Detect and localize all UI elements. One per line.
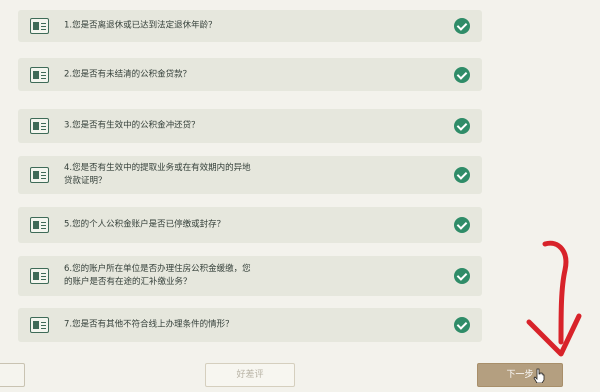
check-circle-icon xyxy=(454,66,470,83)
question-row-2: 2.您是否有未结清的公积金贷款？ xyxy=(18,58,482,91)
question-text: 2.您是否有未结清的公积金贷款？ xyxy=(64,69,192,79)
check-circle-icon xyxy=(454,268,470,284)
question-text: 1.您是否离退休或已达到法定退休年龄？ xyxy=(64,20,217,31)
next-step-button[interactable]: 下一步 xyxy=(477,363,563,387)
eligibility-questionnaire: 1.您是否离退休或已达到法定退休年龄？ 2.您是否有未结清的公积金贷款？ 3.您… xyxy=(0,0,600,392)
check-circle-icon xyxy=(454,317,470,333)
hand-pointer-icon xyxy=(533,368,545,383)
red-arrow-annotation xyxy=(526,240,582,357)
question-row-3: 3.您是否有生效中的公积金冲还贷？ xyxy=(18,109,482,143)
question-row-6: 6.您的账户所在单位是否办理住房公积金缓缴，您 的账户是否有在途的汇补缴业务？ xyxy=(18,256,482,296)
check-circle-icon xyxy=(454,217,470,233)
check-circle-icon xyxy=(454,118,470,134)
question-text: 5.您的个人公积金账户是否已停缴或封存？ xyxy=(64,219,226,230)
document-icon xyxy=(30,167,49,183)
document-icon xyxy=(30,317,49,333)
document-icon xyxy=(30,268,49,284)
question-row-1: 1.您是否离退休或已达到法定退休年龄？ xyxy=(18,10,482,42)
document-icon xyxy=(30,66,49,83)
document-icon xyxy=(30,118,49,134)
document-icon xyxy=(30,217,49,233)
review-button[interactable]: 好差评 xyxy=(205,363,295,387)
question-row-4: 4.您是否有生效中的提取业务或在有效期内的异地 贷款证明？ xyxy=(18,156,482,194)
previous-button[interactable] xyxy=(0,363,25,387)
question-row-5: 5.您的个人公积金账户是否已停缴或封存？ xyxy=(18,207,482,243)
question-text: 7.您是否有其他不符合线上办理条件的情形？ xyxy=(64,319,234,330)
question-text: 6.您的账户所在单位是否办理住房公积金缓缴，您 的账户是否有在途的汇补缴业务？ xyxy=(64,264,251,287)
document-icon xyxy=(30,18,49,34)
question-row-7: 7.您是否有其他不符合线上办理条件的情形？ xyxy=(18,308,482,342)
question-text: 4.您是否有生效中的提取业务或在有效期内的异地 贷款证明？ xyxy=(64,163,251,186)
check-circle-icon xyxy=(454,167,470,183)
question-text: 3.您是否有生效中的公积金冲还贷？ xyxy=(64,120,200,131)
check-circle-icon xyxy=(454,18,470,34)
